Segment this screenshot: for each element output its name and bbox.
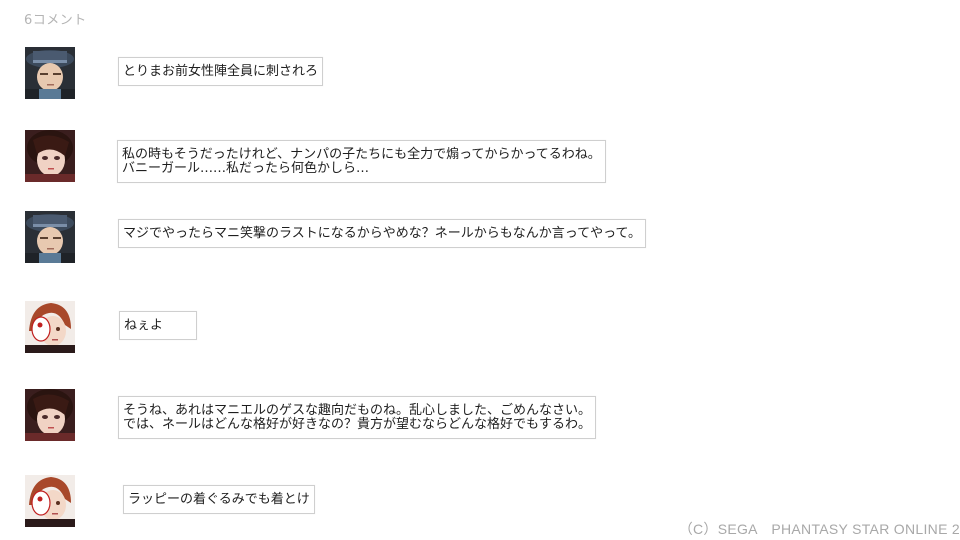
avatar-female-dark-hair-icon (25, 389, 75, 441)
copyright-text: （C）SEGA PHANTASY STAR ONLINE 2 (678, 521, 960, 537)
comment-bubble: そうね、あれはマニエルのゲスな趣向だものね。乱心しました、ごめんなさい。 では、… (118, 396, 597, 439)
comment-bubble: ラッピーの着ぐるみでも着とけ (123, 485, 315, 514)
comment-bubble: 私の時もそうだったけれど、ナンパの子たちにも全力で煽ってからかってるわね。 バニ… (117, 140, 606, 183)
comment-bubble: とりまお前女性陣全員に刺されろ (118, 57, 324, 86)
comment-count: 6コメント (24, 13, 87, 28)
avatar-male-hat-icon (25, 47, 75, 99)
avatar-male-hat-icon (25, 211, 75, 263)
comment-bubble: ねぇよ (119, 311, 197, 340)
avatar-female-dark-hair-icon (25, 130, 75, 182)
comment-bubble: マジでやったらマニ笑撃のラストになるからやめな？ネールからもなんか言ってやって。 (118, 219, 647, 248)
avatar-red-hair-mask-icon (25, 475, 75, 527)
avatar-red-hair-mask-icon (25, 301, 75, 353)
